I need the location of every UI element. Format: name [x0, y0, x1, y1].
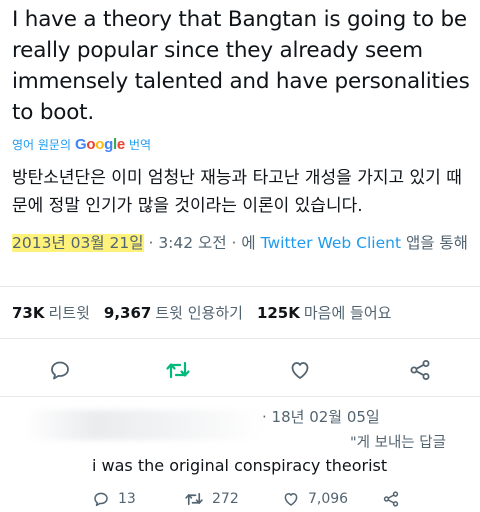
retweet-count: 272 — [212, 491, 239, 507]
tweet-metadata: 2013년 03월 21일 · 3:42 오전 · 에 Twitter Web … — [12, 231, 472, 255]
divider — [0, 338, 480, 339]
reply-icon — [94, 492, 108, 507]
divider — [0, 396, 480, 397]
blurred-reply-header — [24, 410, 264, 440]
tweet-client-suffix: 앱을 통해 — [405, 234, 468, 252]
retweet-icon — [185, 492, 203, 506]
heart-icon — [284, 493, 298, 506]
share-icon — [383, 491, 399, 507]
tweet-client[interactable]: Twitter Web Client — [261, 234, 401, 252]
reply-retweet-button[interactable]: 272 — [184, 490, 239, 508]
reply-actions: 13 272 7,096 — [92, 490, 480, 512]
reply-count: 13 — [118, 491, 136, 507]
reply-tweet[interactable]: · 18년 02월 05일 "게 보내는 답글 i was the origin… — [0, 398, 480, 512]
retweet-icon — [166, 361, 190, 379]
reply-button[interactable] — [46, 356, 74, 384]
translate-tweet-link[interactable]: 영어 원문의 Google 번역 — [12, 136, 151, 153]
translate-label: 영어 원문의 — [12, 138, 72, 152]
tweet-text: I have a theory that Bangtan is going to… — [12, 7, 470, 125]
divider — [0, 286, 480, 287]
reply-share-button[interactable] — [382, 490, 400, 508]
google-logo: Google — [75, 136, 125, 153]
retweets-stat[interactable]: 73K 리트윗 — [12, 302, 90, 323]
retweet-button[interactable] — [164, 356, 192, 384]
tweet-actions — [0, 352, 480, 388]
heart-icon — [291, 362, 309, 379]
reply-icon — [51, 361, 69, 380]
reply-reply-button[interactable]: 13 — [92, 490, 136, 508]
likes-stat[interactable]: 125K 마음에 들어요 — [257, 302, 392, 323]
reply-date[interactable]: · 18년 02월 05일 — [262, 406, 380, 427]
quotes-stat[interactable]: 9,367 트윗 인용하기 — [104, 302, 243, 323]
like-count: 7,096 — [308, 491, 349, 507]
replying-to-label: "게 보내는 답글 — [350, 435, 446, 451]
reply-text: i was the original conspiracy theorist — [92, 456, 388, 475]
tweet-stats: 73K 리트윗 9,367 트윗 인용하기 125K 마음에 들어요 — [12, 302, 391, 323]
tweet-time: · 3:42 오전 · 에 — [148, 234, 256, 252]
share-button[interactable] — [406, 356, 434, 384]
translated-text: 방탄소년단은 이미 엄청난 재능과 타고난 개성을 가지고 있기 때문에 정말 … — [12, 168, 462, 216]
tweet-date[interactable]: 2013년 03월 21일 — [12, 234, 144, 252]
share-icon — [410, 360, 430, 380]
reply-like-button[interactable]: 7,096 — [282, 490, 348, 508]
translate-suffix: 번역 — [128, 138, 152, 152]
like-button[interactable] — [286, 356, 314, 384]
